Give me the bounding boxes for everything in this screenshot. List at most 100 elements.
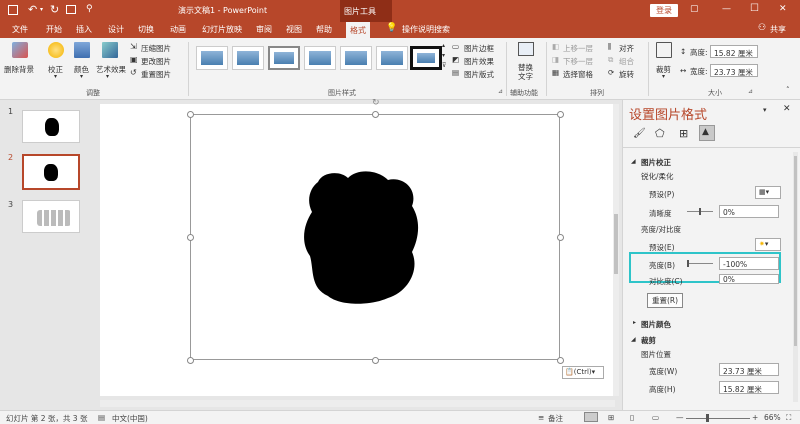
notes-button[interactable]: 备注 bbox=[548, 413, 563, 424]
picture-effects-button[interactable]: 图片效果 bbox=[464, 56, 494, 67]
maximize-button[interactable]: ☐ bbox=[750, 3, 759, 14]
resize-handle-top-left[interactable] bbox=[187, 111, 194, 118]
crop-width-input[interactable]: 23.73 厘米 bbox=[719, 363, 779, 376]
tab-review[interactable]: 审阅 bbox=[256, 24, 272, 35]
section-collapsed-icon[interactable]: ▸ bbox=[633, 319, 636, 326]
zoom-slider[interactable] bbox=[686, 418, 750, 419]
chevron-down-icon[interactable]: ▾ bbox=[662, 73, 665, 80]
remove-background-button[interactable]: 删除背景 bbox=[4, 64, 34, 75]
ribbon-display-icon[interactable]: ▢ bbox=[690, 4, 699, 14]
crop-header[interactable]: 裁剪 bbox=[641, 335, 656, 346]
reading-view-icon[interactable]: ▯ bbox=[630, 413, 634, 422]
rotate-handle[interactable]: ↻ bbox=[372, 98, 380, 108]
gallery-more-icon[interactable]: ⊽ bbox=[442, 62, 446, 69]
slide-thumbnail-2[interactable] bbox=[22, 154, 80, 190]
start-presentation-icon[interactable] bbox=[66, 5, 76, 14]
horizontal-scrollbar[interactable] bbox=[100, 400, 615, 407]
fill-line-icon[interactable]: 🖌 bbox=[633, 128, 646, 139]
spellcheck-icon[interactable]: ▤ bbox=[98, 413, 105, 422]
alt-text-button-line2[interactable]: 文字 bbox=[518, 71, 533, 82]
dialog-launcher-icon[interactable]: ⊿ bbox=[498, 88, 503, 95]
tab-view[interactable]: 视图 bbox=[286, 24, 302, 35]
picture-icon[interactable]: ▲ bbox=[699, 125, 715, 141]
pane-options-icon[interactable]: ▾ bbox=[763, 106, 767, 114]
touch-mode-icon[interactable]: ⚲ bbox=[86, 4, 93, 14]
change-picture-button[interactable]: 更改图片 bbox=[141, 56, 171, 67]
vertical-scrollbar[interactable] bbox=[613, 104, 619, 396]
brightness-input[interactable]: -100% bbox=[719, 257, 779, 270]
brightness-slider[interactable] bbox=[687, 263, 713, 264]
sharpness-slider-thumb[interactable] bbox=[699, 208, 701, 215]
login-button[interactable]: 登录 bbox=[650, 4, 678, 17]
zoom-level[interactable]: 66% bbox=[764, 413, 781, 422]
normal-view-icon[interactable] bbox=[584, 412, 598, 422]
close-button[interactable]: ✕ bbox=[779, 4, 787, 14]
picture-style-1[interactable] bbox=[196, 46, 228, 70]
compress-pictures-button[interactable]: 压缩图片 bbox=[141, 43, 171, 54]
reset-button[interactable]: 重置(R) bbox=[647, 293, 684, 308]
fit-slide-icon[interactable]: ⛶ bbox=[786, 413, 791, 423]
tab-home[interactable]: 开始 bbox=[46, 24, 62, 35]
brightness-preset-button[interactable]: ✷▾ bbox=[755, 238, 781, 251]
chevron-down-icon[interactable]: ▾ bbox=[106, 73, 109, 80]
picture-style-3[interactable] bbox=[268, 46, 300, 70]
picture-layout-button[interactable]: 图片版式 bbox=[464, 69, 494, 80]
picture-correction-header[interactable]: 图片校正 bbox=[641, 157, 671, 168]
pane-close-icon[interactable]: ✕ bbox=[783, 104, 791, 114]
resize-handle-left[interactable] bbox=[187, 234, 194, 241]
tab-animations[interactable]: 动画 bbox=[170, 24, 186, 35]
zoom-slider-thumb[interactable] bbox=[706, 414, 709, 422]
language-indicator[interactable]: 中文(中国) bbox=[112, 413, 148, 424]
sharpen-preset-button[interactable]: ▦▾ bbox=[755, 186, 781, 199]
slideshow-view-icon[interactable]: ▭ bbox=[652, 413, 659, 422]
crop-height-input[interactable]: 15.82 厘米 bbox=[719, 381, 779, 394]
send-backward-button[interactable]: 下移一层 bbox=[563, 56, 593, 67]
tab-help[interactable]: 帮助 bbox=[316, 24, 332, 35]
brightness-slider-thumb[interactable] bbox=[687, 260, 689, 267]
rotate-button[interactable]: 旋转 bbox=[619, 69, 634, 80]
size-properties-icon[interactable]: ⊞ bbox=[679, 127, 688, 140]
slide-thumbnail-1[interactable] bbox=[22, 110, 80, 143]
resize-handle-right[interactable] bbox=[557, 234, 564, 241]
chevron-down-icon[interactable]: ▾ bbox=[54, 73, 57, 80]
scrollbar-thumb[interactable] bbox=[614, 214, 618, 274]
picture-style-4[interactable] bbox=[304, 46, 336, 70]
slide-canvas[interactable]: ↻ 📋(Ctrl)▾ bbox=[100, 98, 615, 396]
gallery-up-icon[interactable]: ▴ bbox=[442, 42, 445, 49]
slide-sorter-icon[interactable]: ⊞ bbox=[608, 413, 614, 422]
resize-handle-top-right[interactable] bbox=[557, 111, 564, 118]
resize-handle-bottom-right[interactable] bbox=[557, 357, 564, 364]
slide-thumbnail-3[interactable] bbox=[22, 200, 80, 233]
pane-scrollbar-thumb[interactable] bbox=[794, 156, 797, 346]
tab-design[interactable]: 设计 bbox=[108, 24, 124, 35]
undo-dropdown-icon[interactable]: ▾ bbox=[40, 6, 43, 13]
sharpness-input[interactable]: 0% bbox=[719, 205, 779, 218]
tab-insert[interactable]: 插入 bbox=[76, 24, 92, 35]
undo-icon[interactable]: ↶ bbox=[28, 3, 37, 16]
picture-color-header[interactable]: 图片颜色 bbox=[641, 319, 671, 330]
redo-icon[interactable]: ↻ bbox=[50, 3, 59, 16]
resize-handle-bottom-left[interactable] bbox=[187, 357, 194, 364]
align-button[interactable]: 对齐 bbox=[619, 43, 634, 54]
tab-file[interactable]: 文件 bbox=[12, 24, 28, 35]
picture-border-button[interactable]: 图片边框 bbox=[464, 43, 494, 54]
group-button[interactable]: 组合 bbox=[619, 56, 634, 67]
chevron-down-icon[interactable]: ▾ bbox=[80, 73, 83, 80]
selection-pane-button[interactable]: 选择窗格 bbox=[563, 69, 593, 80]
width-input[interactable]: 23.73 厘米 bbox=[710, 64, 758, 77]
tab-slideshow[interactable]: 幻灯片放映 bbox=[202, 24, 242, 35]
picture-style-6[interactable] bbox=[376, 46, 408, 70]
section-expanded-icon[interactable]: ◢ bbox=[631, 158, 636, 165]
tab-transitions[interactable]: 切换 bbox=[138, 24, 154, 35]
dialog-launcher-icon[interactable]: ⊿ bbox=[748, 88, 753, 95]
resize-handle-bottom[interactable] bbox=[372, 357, 379, 364]
paste-options-button[interactable]: 📋(Ctrl)▾ bbox=[562, 366, 604, 379]
contrast-input[interactable]: 0% bbox=[719, 274, 779, 284]
effects-icon[interactable]: ⬠ bbox=[655, 127, 665, 140]
tell-me-search[interactable]: 操作说明搜索 bbox=[402, 24, 450, 35]
save-icon[interactable] bbox=[8, 5, 18, 15]
minimize-button[interactable]: — bbox=[722, 4, 731, 14]
picture-style-5[interactable] bbox=[340, 46, 372, 70]
artistic-effects-button[interactable]: 艺术效果 bbox=[96, 64, 126, 75]
bring-forward-button[interactable]: 上移一层 bbox=[563, 43, 593, 54]
